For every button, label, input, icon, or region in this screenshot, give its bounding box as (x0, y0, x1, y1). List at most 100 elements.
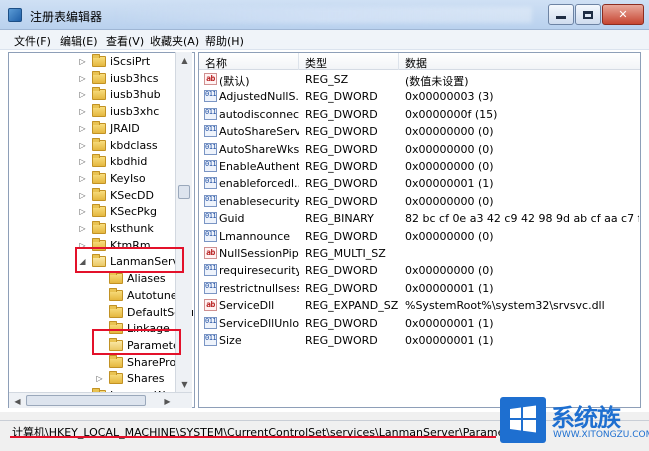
value-row[interactable]: 011ServiceDllUnlo... REG_DWORD 0x00000001 … (201, 315, 639, 332)
folder-icon (92, 154, 106, 168)
value-row[interactable]: 011restrictnullsess... REG_DWORD 0x0000000… (201, 280, 639, 297)
column-separator[interactable] (398, 53, 399, 70)
string-value-icon: ab (204, 299, 217, 312)
value-row[interactable]: ab ServiceDll REG_EXPAND_SZ %SystemRoot%\sy… (201, 297, 639, 314)
tree-item-label: kbdclass (110, 138, 158, 152)
value-type: REG_DWORD (305, 264, 378, 278)
expand-arrow-icon[interactable]: ▷ (78, 90, 87, 99)
value-row[interactable]: 011enablesecurity... REG_DWORD 0x00000000 … (201, 193, 639, 210)
menu-favorites[interactable]: 收藏夹(A) (150, 33, 199, 49)
scroll-right-icon[interactable]: ▶ (159, 393, 176, 409)
tree-item-label: kbdhid (110, 155, 148, 169)
menu-edit[interactable]: 编辑(E) (60, 33, 98, 49)
value-data: 0x0000000f (15) (405, 107, 498, 121)
expand-arrow-icon[interactable]: ▷ (78, 141, 87, 150)
tree-vertical-scroll-thumb[interactable] (178, 185, 190, 199)
binary-value-icon: 011 (204, 90, 217, 103)
value-type: REG_DWORD (305, 107, 378, 121)
column-separator[interactable] (298, 53, 299, 70)
column-type[interactable]: 类型 (305, 55, 327, 71)
value-type: REG_DWORD (305, 281, 378, 295)
tree-item[interactable]: ▷ Shares (95, 370, 164, 387)
expand-arrow-icon[interactable]: ▷ (78, 174, 87, 183)
tree-item[interactable]: ▷ KSecDD (78, 187, 154, 204)
value-name: autodisconnect (219, 107, 299, 121)
menu-help[interactable]: 帮助(H) (205, 33, 244, 49)
scroll-down-icon[interactable]: ▼ (176, 376, 193, 392)
value-row[interactable]: 011 AdjustedNullS... REG_DWORD 0x00000003 (… (201, 88, 639, 105)
close-button[interactable]: ✕ (602, 4, 644, 25)
folder-icon (109, 371, 123, 385)
expand-arrow-icon[interactable]: ▷ (95, 374, 104, 383)
expand-arrow-icon[interactable]: ▷ (78, 224, 87, 233)
tree-item[interactable]: ▷ ksthunk (78, 220, 154, 237)
folder-icon (109, 287, 123, 301)
expand-arrow-icon[interactable]: ▷ (78, 124, 87, 133)
folder-icon (92, 70, 106, 84)
value-row[interactable]: 011 Size REG_DWORD 0x00000001 (1) (201, 332, 639, 349)
tree-item[interactable]: ▷ iScsiPrt (78, 53, 150, 70)
value-name: enablesecurity... (219, 194, 299, 208)
highlight-parameters (92, 329, 181, 355)
value-name: NullSessionPip... (219, 247, 299, 260)
value-data: 82 bc cf 0e a3 42 c9 42 98 9d ab cf aa c… (405, 212, 639, 226)
value-name: Size (219, 334, 242, 347)
expand-arrow-icon[interactable]: ▷ (78, 57, 87, 66)
expand-arrow-icon[interactable]: ▷ (78, 157, 87, 166)
expand-arrow-icon[interactable]: ▷ (78, 191, 87, 200)
window-title: 注册表编辑器 (30, 10, 103, 24)
tree-item[interactable]: ▷ iusb3xhc (78, 103, 159, 120)
value-row[interactable]: 011 Lmannounce REG_DWORD 0x00000000 (0) (201, 228, 639, 245)
value-row[interactable]: ab (默认) REG_SZ (数值未设置) (201, 71, 639, 88)
tree-item[interactable]: ▷ kbdclass (78, 137, 158, 154)
maximize-button[interactable] (575, 4, 601, 25)
brand-url: WWW.XITONGZU.COM (553, 430, 649, 440)
value-type: REG_DWORD (305, 229, 378, 243)
value-row[interactable]: 011EnableAuthenti... REG_DWORD 0x00000000 … (201, 158, 639, 175)
value-data: 0x00000001 (1) (405, 334, 494, 347)
tree-item[interactable]: ▷ iusb3hub (78, 86, 161, 103)
tree-item-label: iusb3hcs (110, 71, 159, 85)
menu-view[interactable]: 查看(V) (106, 33, 144, 49)
value-row[interactable]: 011 enableforcedl... REG_DWORD 0x00000001 (… (201, 175, 639, 192)
binary-value-icon: 011 (204, 160, 217, 172)
column-data[interactable]: 数据 (405, 55, 427, 71)
folder-icon (109, 354, 123, 368)
value-type: REG_BINARY (305, 212, 374, 226)
list-header: 名称 类型 数据 (199, 53, 640, 70)
tree-item[interactable]: ▷ KeyIso (78, 170, 146, 187)
value-data: 0x00000000 (0) (405, 194, 494, 208)
folder-icon (92, 137, 106, 151)
tree-item[interactable]: ▷ kbdhid (78, 153, 147, 170)
tree-item-label: KSecDD (110, 188, 154, 202)
menu-file[interactable]: 文件(F) (14, 33, 51, 49)
scroll-left-icon[interactable]: ◀ (9, 393, 26, 409)
binary-value-icon: 011 (204, 316, 217, 329)
value-row[interactable]: abNullSessionPip... REG_MULTI_SZ (201, 245, 639, 262)
value-name: EnableAuthenti... (219, 160, 299, 173)
expand-arrow-icon[interactable]: ▷ (78, 107, 87, 116)
value-row[interactable]: 011AutoShareServ... REG_DWORD 0x00000000 (… (201, 123, 639, 140)
folder-icon (92, 221, 106, 234)
binary-value-icon: 011 (204, 334, 217, 346)
minimize-button[interactable] (548, 4, 574, 25)
tree-horizontal-scroll-thumb[interactable] (26, 395, 146, 406)
column-name[interactable]: 名称 (205, 55, 227, 71)
expand-arrow-icon[interactable]: ▷ (78, 207, 87, 216)
value-type: REG_DWORD (305, 160, 378, 173)
folder-icon (92, 120, 106, 134)
value-row[interactable]: 011 AutoShareWks REG_DWORD 0x00000000 (0) (201, 141, 639, 158)
tree-item-label: KeyIso (110, 171, 146, 185)
tree-item[interactable]: ▷ JRAID (78, 120, 140, 137)
value-type: REG_EXPAND_SZ (305, 299, 399, 313)
expand-arrow-icon[interactable]: ▷ (78, 74, 87, 83)
tree-item[interactable]: ▷ KSecPkg (78, 203, 157, 220)
tree-item[interactable]: ▷ iusb3hcs (78, 70, 159, 87)
value-row[interactable]: 011 Guid REG_BINARY 82 bc cf 0e a3 42 c9 42… (201, 210, 639, 227)
scroll-up-icon[interactable]: ▲ (176, 52, 193, 68)
value-row[interactable]: 011 autodisconnect REG_DWORD 0x0000000f (15… (201, 106, 639, 123)
value-row[interactable]: 011requiresecurity... REG_DWORD 0x00000000… (201, 262, 639, 279)
